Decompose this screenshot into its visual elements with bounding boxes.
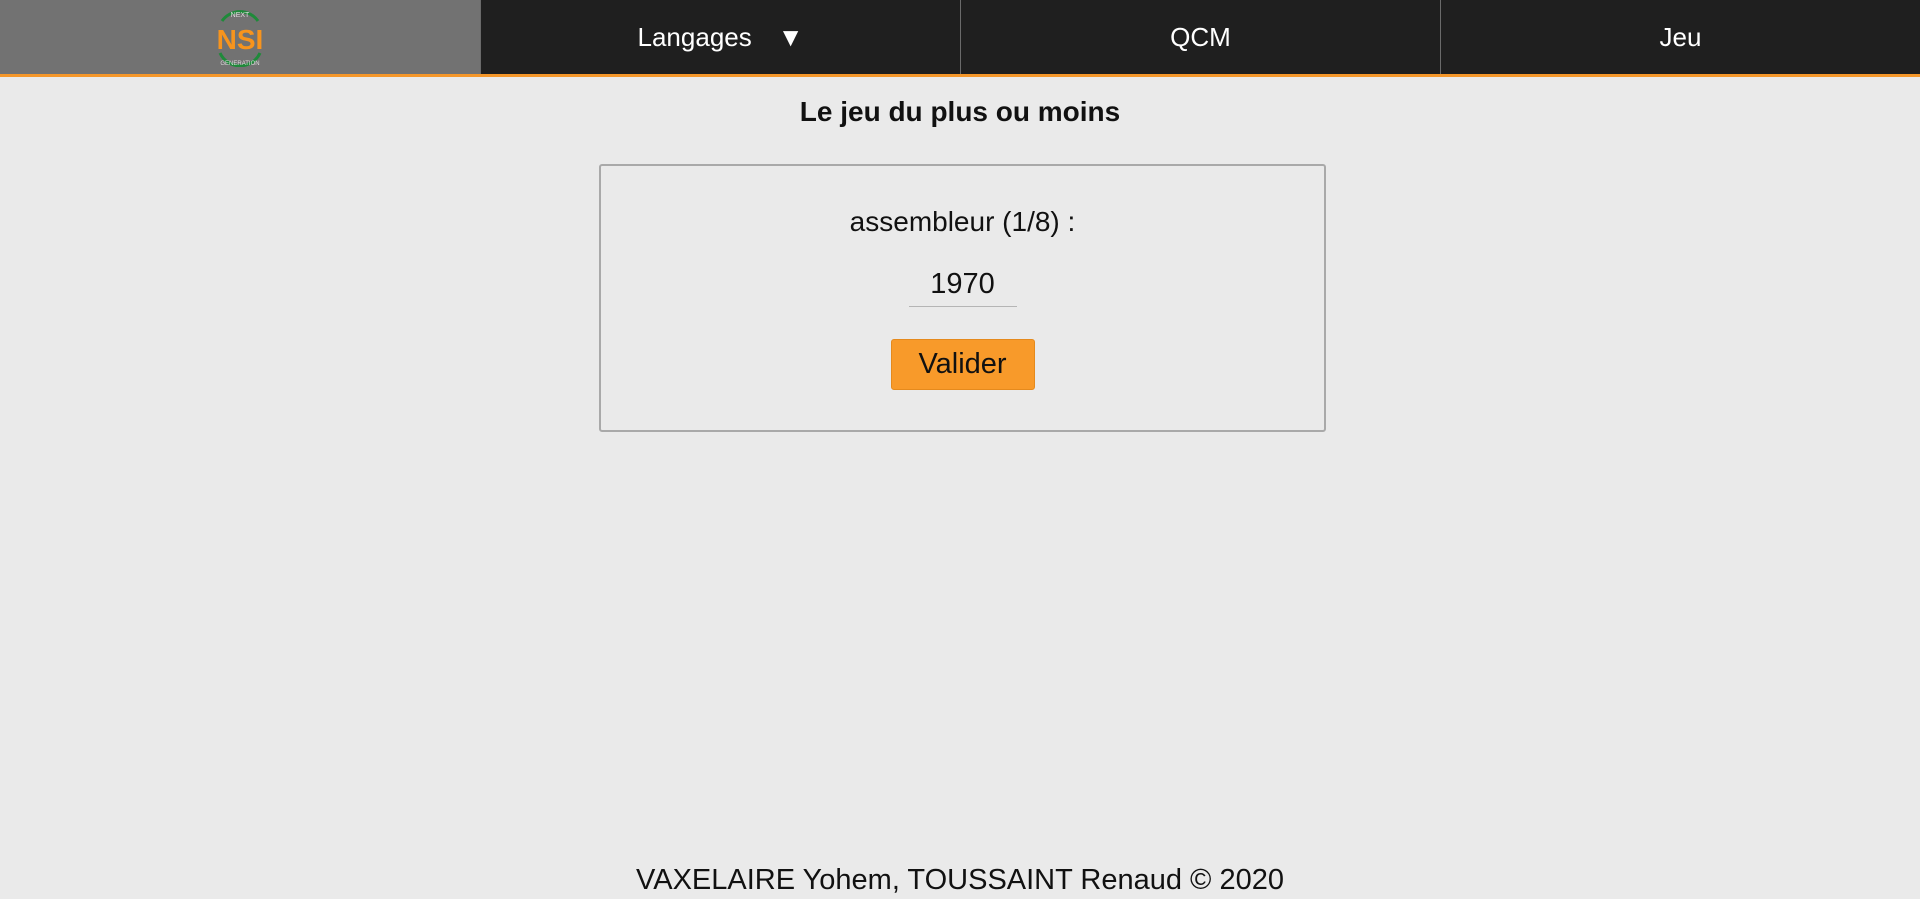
dropdown-caret-icon: ▼ [777, 22, 804, 52]
footer-credits: VAXELAIRE Yohem, TOUSSAINT Renaud © 2020 [636, 864, 1284, 896]
home-logo-link[interactable]: NEXT NSI GENERATION [0, 0, 480, 74]
nav-item-qcm[interactable]: QCM [960, 0, 1440, 74]
top-navbar: NEXT NSI GENERATION Langages ▼ QCM Jeu [0, 0, 1920, 77]
nsi-logo-icon: NEXT NSI GENERATION [208, 7, 272, 67]
logo-top-text: NEXT [231, 12, 250, 19]
nav-item-jeu[interactable]: Jeu [1440, 0, 1920, 74]
logo-letters: NSI [217, 24, 264, 55]
page-title: Le jeu du plus ou moins [799, 96, 1121, 127]
game-panel: assembleur (1/8) : Valider [599, 164, 1326, 432]
nav-item-label: Jeu [1659, 21, 1702, 52]
nav-item-langages[interactable]: Langages ▼ [480, 0, 960, 74]
logo-bottom-text: GENERATION [220, 61, 259, 67]
nav-item-label: QCM [1170, 21, 1231, 52]
nav-item-label: Langages [637, 21, 752, 52]
validate-button[interactable]: Valider [890, 339, 1035, 390]
question-label: assembleur (1/8) : [849, 206, 1076, 237]
answer-input[interactable] [908, 262, 1017, 307]
